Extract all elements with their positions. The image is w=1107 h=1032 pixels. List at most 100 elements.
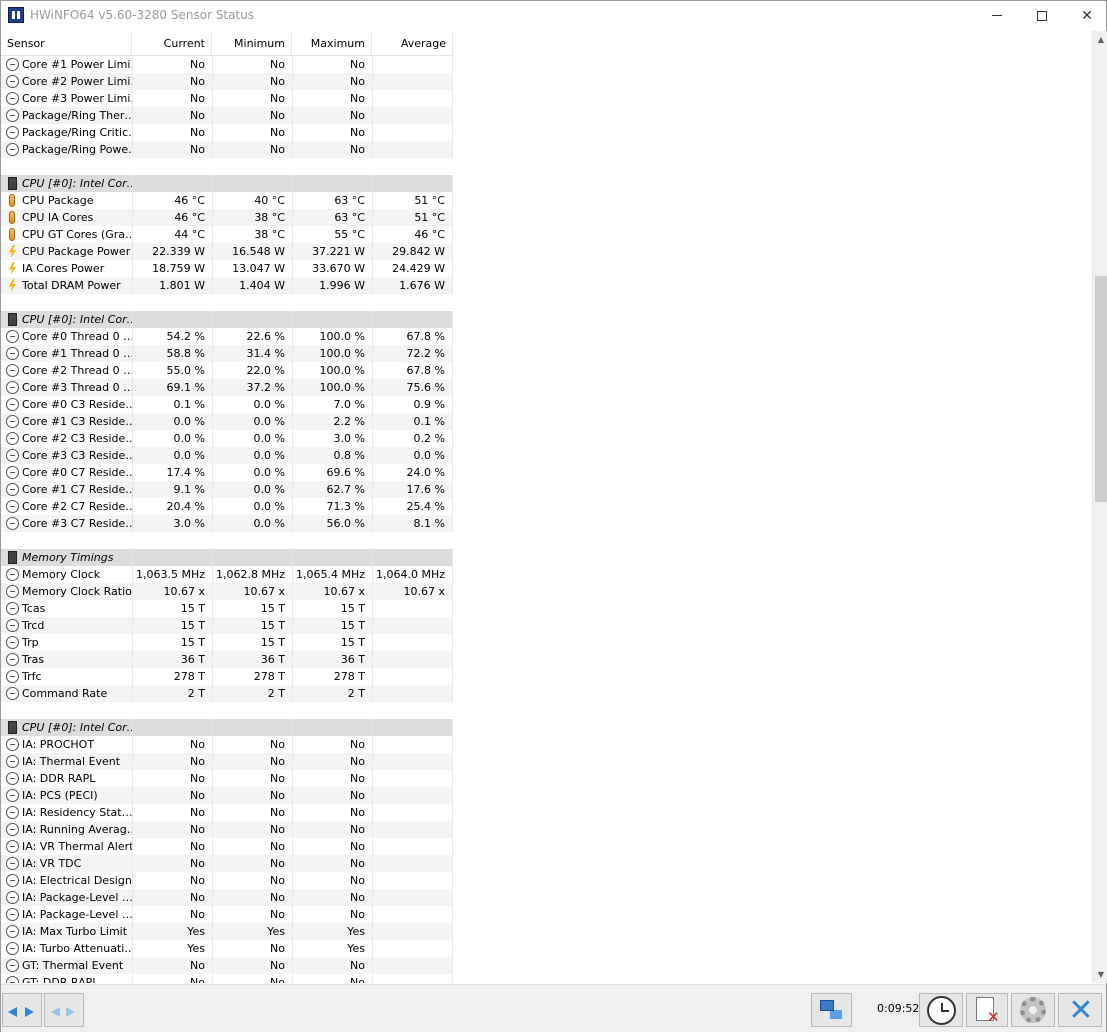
table-row[interactable]: Core #3 Thread 0 … 69.1 % 37.2 % 100.0 % 75.… <box>1 379 453 396</box>
logging-button[interactable]: ✕ <box>966 993 1008 1027</box>
current-value: 54.2 % <box>132 328 212 345</box>
table-row[interactable]: IA: VR Thermal Alert No No No <box>1 838 453 855</box>
table-row[interactable]: Trp 15 T 15 T 15 T <box>1 634 453 651</box>
table-row[interactable]: Tras 36 T 36 T 36 T <box>1 651 453 668</box>
sensor-group-row[interactable]: Memory Timings <box>1 549 453 566</box>
table-row[interactable]: GT: Thermal Event No No No <box>1 957 453 974</box>
navigate-button[interactable] <box>2 993 42 1027</box>
table-row[interactable]: Core #0 C7 Reside… 17.4 % 0.0 % 69.6 % 24.0 … <box>1 464 453 481</box>
table-row[interactable]: CPU IA Cores 46 °C 38 °C 63 °C 51 °C <box>1 209 453 226</box>
average-value: 1,064.0 MHz <box>372 566 453 583</box>
arrow-right-icon <box>25 1007 34 1017</box>
column-header-maximum[interactable]: Maximum <box>292 31 372 56</box>
table-row[interactable]: Core #2 Power Limi… No No No <box>1 73 453 90</box>
table-row[interactable]: Trfc 278 T 278 T 278 T <box>1 668 453 685</box>
maximum-value: No <box>292 974 372 983</box>
sensor-name: Core #1 C7 Reside… <box>22 483 132 496</box>
maximum-value: 56.0 % <box>292 515 372 532</box>
table-row[interactable]: IA: Residency Stat… No No No <box>1 804 453 821</box>
sensor-group-row[interactable]: CPU [#0]: Intel Cor… <box>1 175 453 192</box>
table-row[interactable]: Core #2 C3 Reside… 0.0 % 0.0 % 3.0 % 0.2 % <box>1 430 453 447</box>
column-header-minimum[interactable]: Minimum <box>212 31 292 56</box>
current-value: No <box>132 753 212 770</box>
table-row[interactable]: Core #2 Thread 0 … 55.0 % 22.0 % 100.0 % 67.… <box>1 362 453 379</box>
sensor-name: Core #2 Power Limi… <box>22 75 132 88</box>
minimum-value: No <box>212 855 292 872</box>
column-header-current[interactable]: Current <box>132 31 212 56</box>
scroll-down-arrow-icon[interactable]: ▼ <box>1093 966 1107 983</box>
table-row[interactable]: Tcas 15 T 15 T 15 T <box>1 600 453 617</box>
table-row[interactable]: Core #1 Thread 0 … 58.8 % 31.4 % 100.0 % 72.… <box>1 345 453 362</box>
scroll-up-arrow-icon[interactable]: ▲ <box>1093 31 1107 48</box>
table-row[interactable]: Core #1 C3 Reside… 0.0 % 0.0 % 2.2 % 0.1 % <box>1 413 453 430</box>
sensor-name: IA: Max Turbo Limit <box>22 925 128 938</box>
table-row[interactable]: Total DRAM Power 1.801 W 1.404 W 1.996 W 1.6… <box>1 277 453 294</box>
table-row[interactable]: CPU GT Cores (Gra… 44 °C 38 °C 55 °C 46 °C <box>1 226 453 243</box>
table-row[interactable]: IA: Thermal Event No No No <box>1 753 453 770</box>
table-row[interactable]: CPU Package Power 22.339 W 16.548 W 37.221 … <box>1 243 453 260</box>
table-row[interactable]: IA: Electrical Design… No No No <box>1 872 453 889</box>
table-row[interactable]: Package/Ring Ther… No No No <box>1 107 453 124</box>
table-row[interactable]: Memory Clock 1,063.5 MHz 1,062.8 MHz 1,065.… <box>1 566 453 583</box>
average-value: 1.676 W <box>372 277 453 294</box>
maximize-button[interactable] <box>1019 1 1065 30</box>
current-value: 1.801 W <box>132 277 212 294</box>
minimum-value: No <box>212 821 292 838</box>
average-value: 0.9 % <box>372 396 453 413</box>
network-button[interactable] <box>811 993 852 1027</box>
maximum-value: No <box>292 753 372 770</box>
table-row[interactable]: GT: DDR RAPL No No No <box>1 974 453 983</box>
table-row[interactable]: IA: DDR RAPL No No No <box>1 770 453 787</box>
table-row[interactable]: IA: Turbo Attenuati… Yes No Yes <box>1 940 453 957</box>
column-header-average[interactable]: Average <box>372 31 453 56</box>
minimize-button[interactable] <box>974 1 1020 30</box>
table-row[interactable]: Core #1 Power Limi… No No No <box>1 56 453 73</box>
maximum-value: No <box>292 889 372 906</box>
sensor-name: Core #2 C3 Reside… <box>22 432 132 445</box>
table-row[interactable]: Trcd 15 T 15 T 15 T <box>1 617 453 634</box>
sensor-group-row[interactable]: CPU [#0]: Intel Cor… <box>1 311 453 328</box>
table-row[interactable]: Command Rate 2 T2 T2 T <box>1 685 453 702</box>
table-row[interactable]: CPU Package 46 °C 40 °C 63 °C 51 °C <box>1 192 453 209</box>
navigate-secondary-button[interactable] <box>44 993 84 1027</box>
table-row[interactable]: Core #3 Power Limi… No No No <box>1 90 453 107</box>
group-cell <box>292 719 372 736</box>
network-icon <box>820 1000 834 1011</box>
table-row[interactable]: IA: PROCHOT No No No <box>1 736 453 753</box>
close-sensors-button[interactable]: ✕ <box>1058 993 1102 1027</box>
table-row[interactable]: Core #0 C3 Reside… 0.1 % 0.0 % 7.0 % 0.9 % <box>1 396 453 413</box>
table-row[interactable]: IA: Max Turbo Limit Yes Yes Yes <box>1 923 453 940</box>
minimum-value: No <box>212 90 292 107</box>
current-value: 3.0 % <box>132 515 212 532</box>
table-row[interactable]: IA: PCS (PECI) No No No <box>1 787 453 804</box>
column-header-sensor[interactable]: Sensor <box>1 31 132 56</box>
table-row[interactable]: IA Cores Power 18.759 W 13.047 W 33.670 W 24… <box>1 260 453 277</box>
table-row[interactable]: Package/Ring Powe… No No No <box>1 141 453 158</box>
table-row[interactable]: Core #1 C7 Reside… 9.1 % 0.0 % 62.7 % 17.6 % <box>1 481 453 498</box>
table-row[interactable]: IA: Package-Level … No No No <box>1 889 453 906</box>
maximum-value: 100.0 % <box>292 328 372 345</box>
table-row[interactable]: IA: Package-Level … No No No <box>1 906 453 923</box>
current-value: 20.4 % <box>132 498 212 515</box>
minimum-value: 15 T <box>212 634 292 651</box>
table-row[interactable]: IA: Running Averag… No No No <box>1 821 453 838</box>
settings-button[interactable] <box>1011 993 1055 1027</box>
scrollbar-thumb[interactable] <box>1095 276 1107 502</box>
table-row[interactable]: IA: VR TDC No No No <box>1 855 453 872</box>
group-name: CPU [#0]: Intel Cor… <box>22 721 132 734</box>
table-row[interactable]: Core #2 C7 Reside… 20.4 % 0.0 % 71.3 % 25.4 … <box>1 498 453 515</box>
current-value: No <box>132 957 212 974</box>
table-row[interactable]: Package/Ring Critic… No No No <box>1 124 453 141</box>
table-row[interactable]: Core #0 Thread 0 … 54.2 % 22.6 % 100.0 % 67.… <box>1 328 453 345</box>
table-row[interactable]: Memory Clock Ratio 10.67 x 10.67 x 10.67 x1… <box>1 583 453 600</box>
reset-timer-button[interactable] <box>919 993 963 1027</box>
vertical-scrollbar[interactable]: ▲ ▼ <box>1092 31 1107 983</box>
sensor-name: Core #1 Power Limi… <box>22 58 132 71</box>
average-value: 67.8 % <box>372 362 453 379</box>
sensor-name: Core #1 Thread 0 … <box>22 347 132 360</box>
sensor-name: IA: Electrical Design… <box>22 874 132 887</box>
table-row[interactable]: Core #3 C3 Reside… 0.0 % 0.0 % 0.8 % 0.0 % <box>1 447 453 464</box>
sensor-group-row[interactable]: CPU [#0]: Intel Cor… <box>1 719 453 736</box>
window-close-button[interactable]: ✕ <box>1064 1 1107 30</box>
table-row[interactable]: Core #3 C7 Reside… 3.0 % 0.0 % 56.0 % 8.1 % <box>1 515 453 532</box>
